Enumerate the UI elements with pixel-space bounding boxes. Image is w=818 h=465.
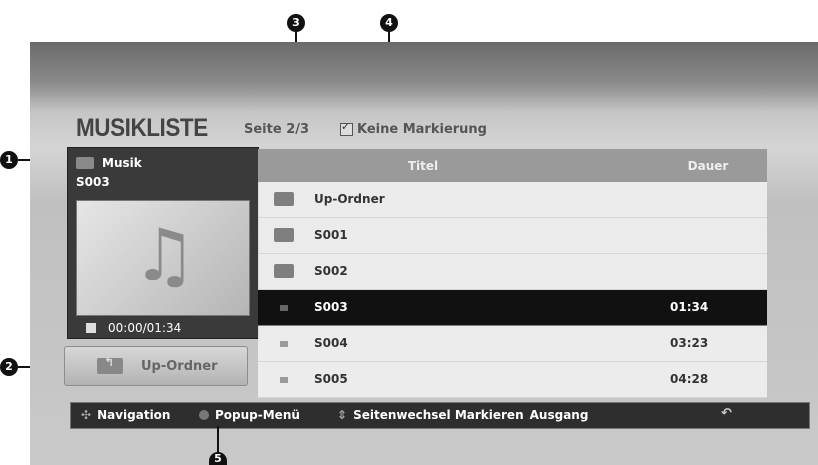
checkbox-icon bbox=[340, 120, 353, 136]
help-popup-label: Popup-Menü bbox=[215, 408, 300, 422]
music-file-icon bbox=[280, 377, 288, 383]
category-label: Musik bbox=[102, 156, 142, 170]
callout-4: 4 bbox=[380, 14, 398, 32]
folder-icon bbox=[274, 228, 294, 242]
item-name: S001 bbox=[314, 228, 348, 242]
up-folder-button-label: Up-Ordner bbox=[141, 358, 218, 374]
list-item[interactable]: Up-Ordner bbox=[258, 182, 767, 218]
callout-5: 5 bbox=[209, 452, 227, 465]
navigation-arrows-icon: ✣ bbox=[81, 408, 92, 422]
page-updown-icon: ⇕ bbox=[337, 408, 348, 422]
back-icon: ↶ bbox=[721, 406, 732, 421]
current-track-name: S003 bbox=[76, 175, 110, 189]
help-page-switch-label: Seitenwechsel Markieren bbox=[353, 408, 524, 422]
folder-icon bbox=[274, 264, 294, 278]
help-bar: ✣ Navigation Popup-Menü ⇕ Seitenwechsel … bbox=[70, 402, 810, 429]
item-name: S002 bbox=[314, 264, 348, 278]
item-name: Up-Ordner bbox=[314, 192, 385, 206]
list-item[interactable]: S004 03:23 bbox=[258, 326, 767, 362]
help-page-switch: ⇕ Seitenwechsel Markieren Ausgang bbox=[337, 408, 588, 422]
help-navigation-label: Navigation bbox=[97, 408, 171, 422]
column-duration: Dauer bbox=[687, 159, 729, 173]
playback-time: 00:00/01:34 bbox=[108, 321, 182, 335]
callout-2: 2 bbox=[0, 358, 18, 376]
item-duration: 04:28 bbox=[670, 372, 709, 386]
music-folder-icon bbox=[76, 157, 94, 169]
ok-button-icon bbox=[199, 410, 209, 420]
list-item[interactable]: S002 bbox=[258, 254, 767, 290]
music-list: Titel Dauer Up-Ordner S001 S002 S003 01:… bbox=[258, 149, 767, 398]
mark-status-label: Keine Markierung bbox=[357, 122, 487, 137]
list-item-selected[interactable]: S003 01:34 bbox=[258, 290, 767, 326]
album-art: ♫ bbox=[76, 200, 250, 316]
tv-screen: MUSIKLISTE Seite 2/3 Keine Markierung Mu… bbox=[30, 42, 818, 465]
list-item[interactable]: S001 bbox=[258, 218, 767, 254]
callout-3: 3 bbox=[287, 14, 305, 32]
item-name: S005 bbox=[314, 372, 348, 386]
now-playing-panel: Musik S003 ♫ 00:00/01:34 bbox=[67, 147, 259, 339]
music-file-icon bbox=[280, 341, 288, 347]
page-indicator: Seite 2/3 bbox=[244, 122, 310, 137]
callout-1: 1 bbox=[0, 151, 18, 169]
item-name: S003 bbox=[314, 300, 348, 314]
mark-status: Keine Markierung bbox=[340, 120, 487, 137]
help-navigation: ✣ Navigation bbox=[81, 408, 170, 422]
page-title: MUSIKLISTE bbox=[76, 114, 208, 142]
help-popup: Popup-Menü bbox=[199, 408, 300, 422]
item-duration: 01:34 bbox=[670, 300, 709, 314]
playback-status: 00:00/01:34 bbox=[86, 321, 181, 335]
up-folder-button[interactable]: Up-Ordner bbox=[64, 346, 248, 386]
stop-icon bbox=[86, 323, 96, 333]
up-folder-icon bbox=[97, 355, 123, 374]
list-header: Titel Dauer bbox=[258, 149, 767, 182]
help-exit-label: Ausgang bbox=[529, 408, 589, 422]
music-note-icon: ♫ bbox=[132, 213, 197, 297]
column-title: Titel bbox=[407, 159, 439, 173]
up-folder-icon bbox=[274, 192, 294, 206]
list-item[interactable]: S005 04:28 bbox=[258, 362, 767, 398]
item-duration: 03:23 bbox=[670, 336, 709, 350]
item-name: S004 bbox=[314, 336, 348, 350]
music-file-icon bbox=[280, 305, 288, 311]
preview-header: Musik bbox=[76, 156, 142, 170]
